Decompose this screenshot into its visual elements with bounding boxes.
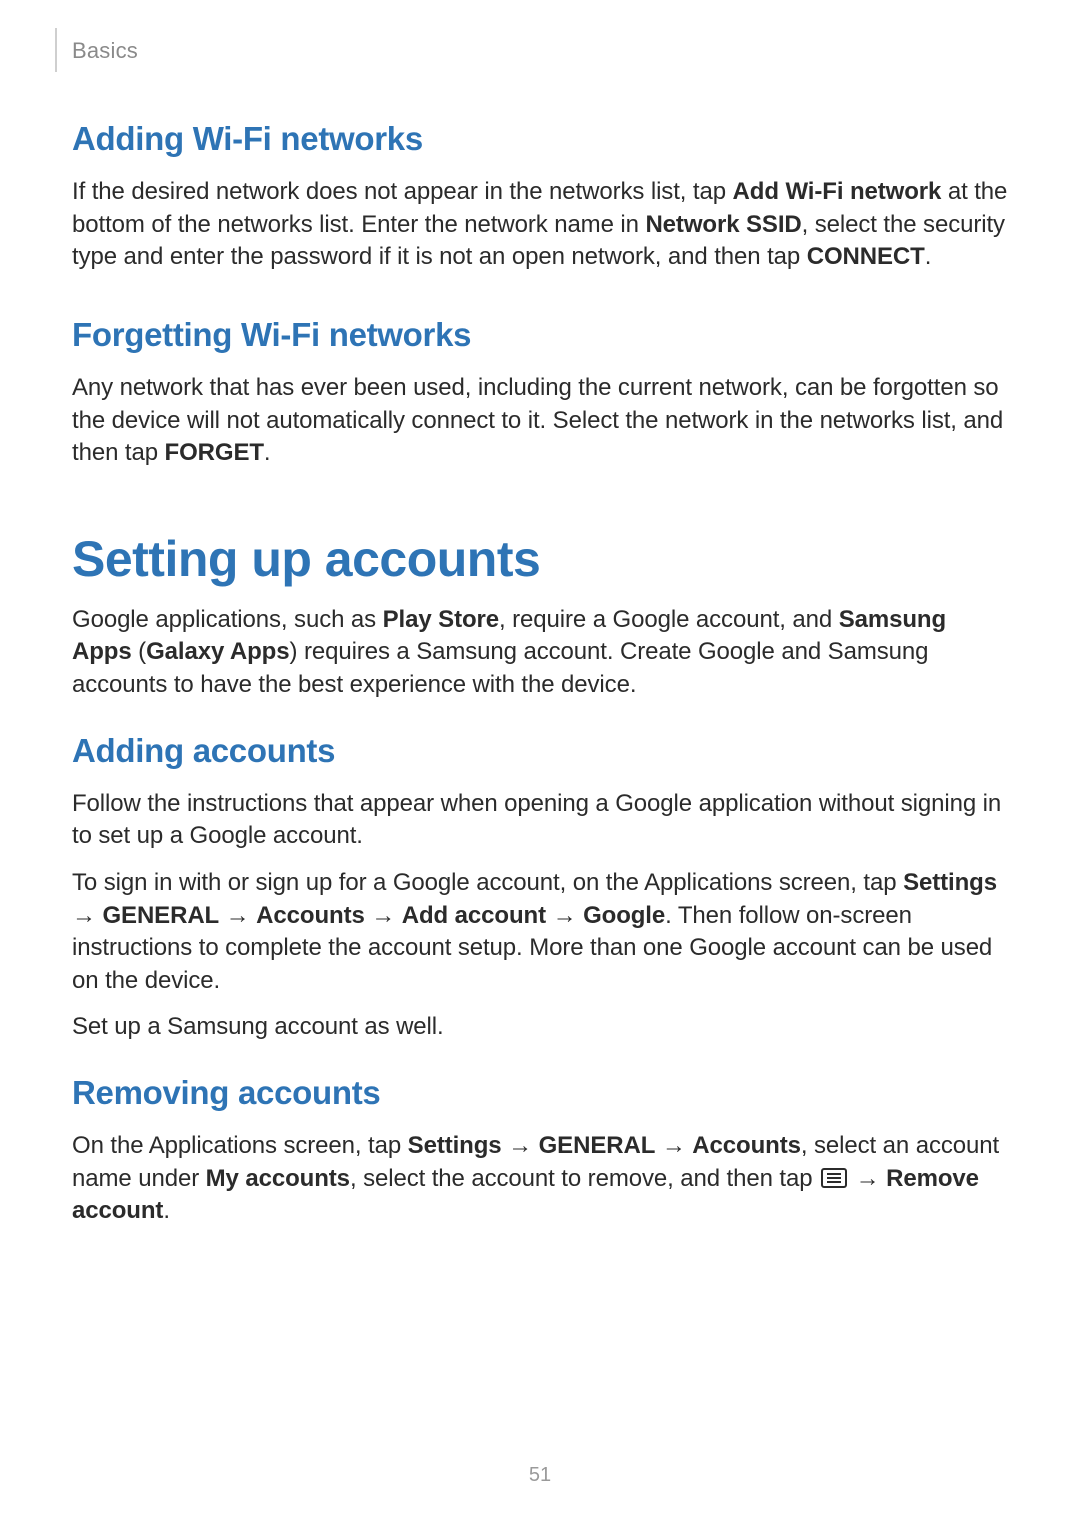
bold-text: GENERAL <box>102 902 219 929</box>
arrow-icon: → <box>502 1132 539 1159</box>
section-setting-up-accounts: Setting up accounts Google applications,… <box>72 530 1008 702</box>
paragraph: If the desired network does not appear i… <box>72 176 1008 274</box>
chapter-header: Basics <box>0 38 1080 64</box>
text: ( <box>132 638 146 665</box>
paragraph: Any network that has ever been used, inc… <box>72 372 1008 470</box>
paragraph: Google applications, such as Play Store,… <box>72 604 1008 702</box>
arrow-icon: → <box>849 1165 886 1192</box>
heading-adding-accounts: Adding accounts <box>72 732 1008 770</box>
heading-setting-up-accounts: Setting up accounts <box>72 530 1008 588</box>
section-adding-accounts: Adding accounts Follow the instructions … <box>72 732 1008 1044</box>
text: Google applications, such as <box>72 606 383 633</box>
section-forgetting-wifi: Forgetting Wi-Fi networks Any network th… <box>72 316 1008 470</box>
bold-text: Accounts <box>256 902 365 929</box>
heading-forgetting-wifi: Forgetting Wi-Fi networks <box>72 316 1008 354</box>
arrow-icon: → <box>219 902 256 929</box>
bold-text: Google <box>583 902 665 929</box>
bold-text: CONNECT <box>807 243 925 270</box>
text: On the Applications screen, tap <box>72 1132 408 1159</box>
bold-text: Play Store <box>383 606 499 633</box>
arrow-icon: → <box>655 1132 692 1159</box>
text: To sign in with or sign up for a Google … <box>72 869 903 896</box>
text: If the desired network does not appear i… <box>72 178 733 205</box>
section-removing-accounts: Removing accounts On the Applications sc… <box>72 1074 1008 1228</box>
bold-text: Add Wi-Fi network <box>733 178 942 205</box>
bold-text: Settings <box>903 869 997 896</box>
arrow-icon: → <box>365 902 402 929</box>
paragraph: Set up a Samsung account as well. <box>72 1011 1008 1044</box>
paragraph: Follow the instructions that appear when… <box>72 788 1008 853</box>
paragraph: On the Applications screen, tap Settings… <box>72 1130 1008 1228</box>
text: . <box>925 243 932 270</box>
bold-text: FORGET <box>165 439 264 466</box>
heading-adding-wifi: Adding Wi-Fi networks <box>72 120 1008 158</box>
paragraph: To sign in with or sign up for a Google … <box>72 867 1008 998</box>
text: , require a Google account, and <box>499 606 839 633</box>
chapter-label: Basics <box>72 38 138 63</box>
bold-text: GENERAL <box>539 1132 656 1159</box>
text: . <box>264 439 271 466</box>
page-number: 51 <box>0 1464 1080 1487</box>
section-adding-wifi: Adding Wi-Fi networks If the desired net… <box>72 120 1008 274</box>
bold-text: My accounts <box>206 1165 350 1192</box>
menu-icon <box>821 1168 847 1188</box>
bold-text: Add account <box>402 902 546 929</box>
text: , select the account to remove, and then… <box>350 1165 819 1192</box>
bold-text: Settings <box>408 1132 502 1159</box>
bold-text: Accounts <box>692 1132 801 1159</box>
arrow-icon: → <box>72 902 102 929</box>
heading-removing-accounts: Removing accounts <box>72 1074 1008 1112</box>
text: . <box>163 1197 170 1224</box>
document-page: Basics Adding Wi-Fi networks If the desi… <box>0 0 1080 1527</box>
bold-text: Network SSID <box>645 211 801 238</box>
arrow-icon: → <box>546 902 583 929</box>
bold-text: Galaxy Apps <box>146 638 289 665</box>
page-content: Adding Wi-Fi networks If the desired net… <box>0 120 1080 1228</box>
